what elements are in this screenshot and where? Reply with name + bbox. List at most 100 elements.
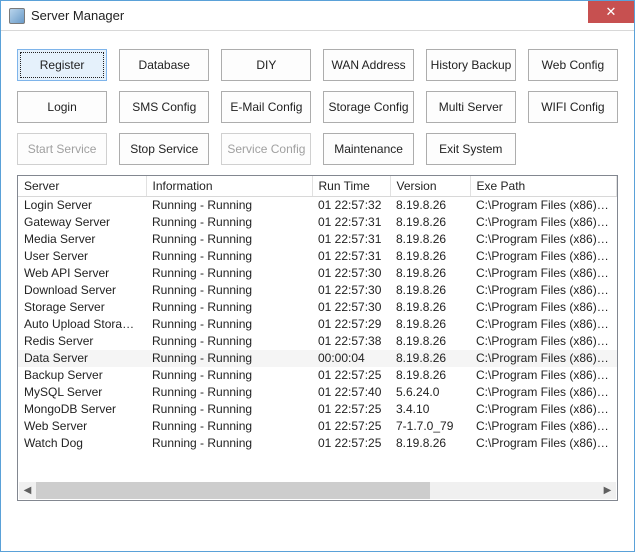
close-button[interactable]: ✕ xyxy=(588,1,634,23)
table-row[interactable]: Storage ServerRunning - Running01 22:57:… xyxy=(18,299,617,316)
scroll-left-arrow-icon[interactable]: ◀ xyxy=(19,482,36,499)
titlebar[interactable]: Server Manager ✕ xyxy=(1,1,634,31)
table-header-row[interactable]: Server Information Run Time Version Exe … xyxy=(18,176,617,197)
cell-exepath: C:\Program Files (x86)\IV xyxy=(470,316,617,333)
table-row[interactable]: MySQL ServerRunning - Running01 22:57:40… xyxy=(18,384,617,401)
cell-exepath: C:\Program Files (x86)\IV xyxy=(470,265,617,282)
cell-server: User Server xyxy=(18,248,146,265)
history-backup-button[interactable]: History Backup xyxy=(426,49,516,81)
cell-info: Running - Running xyxy=(146,418,312,435)
cell-exepath: C:\Program Files (x86)\IV xyxy=(470,197,617,214)
table-row[interactable]: Web ServerRunning - Running01 22:57:257-… xyxy=(18,418,617,435)
cell-exepath: C:\Program Files (x86)\IV xyxy=(470,299,617,316)
cell-server: Web Server xyxy=(18,418,146,435)
wifi-config-button[interactable]: WIFI Config xyxy=(528,91,618,123)
database-button[interactable]: Database xyxy=(119,49,209,81)
cell-info: Running - Running xyxy=(146,401,312,418)
table-row[interactable]: Media ServerRunning - Running01 22:57:31… xyxy=(18,231,617,248)
cell-exepath: C:\Program Files (x86)\IV xyxy=(470,333,617,350)
cell-info: Running - Running xyxy=(146,197,312,214)
cell-exepath: C:\Program Files (x86)\IV xyxy=(470,418,617,435)
table-row[interactable]: Download ServerRunning - Running01 22:57… xyxy=(18,282,617,299)
stop-service-button[interactable]: Stop Service xyxy=(119,133,209,165)
server-table-container: Server Information Run Time Version Exe … xyxy=(17,175,618,501)
cell-server: Auto Upload Storage S... xyxy=(18,316,146,333)
wan-address-button[interactable]: WAN Address xyxy=(323,49,413,81)
register-button[interactable]: Register xyxy=(17,49,107,81)
maintenance-button[interactable]: Maintenance xyxy=(323,133,413,165)
cell-exepath: C:\Program Files (x86)\IV xyxy=(470,350,617,367)
cell-runtime: 01 22:57:25 xyxy=(312,435,390,452)
cell-runtime: 01 22:57:32 xyxy=(312,197,390,214)
sms-config-button[interactable]: SMS Config xyxy=(119,91,209,123)
cell-runtime: 01 22:57:40 xyxy=(312,384,390,401)
table-row[interactable]: Gateway ServerRunning - Running01 22:57:… xyxy=(18,214,617,231)
multi-server-button[interactable]: Multi Server xyxy=(426,91,516,123)
cell-version: 8.19.8.26 xyxy=(390,299,470,316)
cell-info: Running - Running xyxy=(146,248,312,265)
server-table[interactable]: Server Information Run Time Version Exe … xyxy=(18,176,617,452)
cell-version: 8.19.8.26 xyxy=(390,282,470,299)
login-button[interactable]: Login xyxy=(17,91,107,123)
cell-exepath: C:\Program Files (x86)\IV xyxy=(470,282,617,299)
service-config-button: Service Config xyxy=(221,133,311,165)
app-icon xyxy=(9,8,25,24)
cell-version: 8.19.8.26 xyxy=(390,333,470,350)
exit-system-button[interactable]: Exit System xyxy=(426,133,516,165)
col-header-exepath[interactable]: Exe Path xyxy=(470,176,617,197)
content-area: Register Database DIY WAN Address History Ba… xyxy=(1,31,634,511)
table-row[interactable]: Login ServerRunning - Running01 22:57:32… xyxy=(18,197,617,214)
table-row[interactable]: User ServerRunning - Running01 22:57:318… xyxy=(18,248,617,265)
cell-server: Backup Server xyxy=(18,367,146,384)
button-row-1: Register Database DIY WAN Address History Ba… xyxy=(17,49,618,81)
cell-version: 8.19.8.26 xyxy=(390,265,470,282)
table-row[interactable]: Web API ServerRunning - Running01 22:57:… xyxy=(18,265,617,282)
scroll-right-arrow-icon[interactable]: ▶ xyxy=(599,482,616,499)
cell-server: Storage Server xyxy=(18,299,146,316)
cell-runtime: 01 22:57:38 xyxy=(312,333,390,350)
cell-server: Data Server xyxy=(18,350,146,367)
cell-exepath: C:\Program Files (x86)\IV xyxy=(470,367,617,384)
cell-version: 7-1.7.0_79 xyxy=(390,418,470,435)
cell-info: Running - Running xyxy=(146,231,312,248)
cell-exepath: C:\Program Files (x86)\IV xyxy=(470,384,617,401)
cell-runtime: 01 22:57:31 xyxy=(312,248,390,265)
cell-server: Download Server xyxy=(18,282,146,299)
e-mail-config-button[interactable]: E-Mail Config xyxy=(221,91,311,123)
table-row[interactable]: Backup ServerRunning - Running01 22:57:2… xyxy=(18,367,617,384)
start-service-button: Start Service xyxy=(17,133,107,165)
storage-config-button[interactable]: Storage Config xyxy=(323,91,413,123)
cell-info: Running - Running xyxy=(146,350,312,367)
cell-exepath: C:\Program Files (x86)\IV xyxy=(470,435,617,452)
cell-info: Running - Running xyxy=(146,265,312,282)
cell-runtime: 01 22:57:31 xyxy=(312,231,390,248)
col-header-server[interactable]: Server xyxy=(18,176,146,197)
cell-server: Web API Server xyxy=(18,265,146,282)
cell-info: Running - Running xyxy=(146,367,312,384)
cell-info: Running - Running xyxy=(146,316,312,333)
web-config-button[interactable]: Web Config xyxy=(528,49,618,81)
table-row[interactable]: Data ServerRunning - Running00:00:048.19… xyxy=(18,350,617,367)
table-row[interactable]: MongoDB ServerRunning - Running01 22:57:… xyxy=(18,401,617,418)
cell-runtime: 01 22:57:25 xyxy=(312,401,390,418)
col-header-version[interactable]: Version xyxy=(390,176,470,197)
diy-button[interactable]: DIY xyxy=(221,49,311,81)
cell-runtime: 01 22:57:30 xyxy=(312,265,390,282)
button-row-2: Login SMS Config E-Mail Config Storage Conf… xyxy=(17,91,618,123)
scroll-track[interactable] xyxy=(36,482,599,499)
table-row[interactable]: Watch DogRunning - Running01 22:57:258.1… xyxy=(18,435,617,452)
cell-version: 3.4.10 xyxy=(390,401,470,418)
table-row[interactable]: Redis ServerRunning - Running01 22:57:38… xyxy=(18,333,617,350)
cell-version: 8.19.8.26 xyxy=(390,197,470,214)
horizontal-scrollbar[interactable]: ◀ ▶ xyxy=(19,482,616,499)
scroll-thumb[interactable] xyxy=(36,482,430,499)
col-header-runtime[interactable]: Run Time xyxy=(312,176,390,197)
col-header-information[interactable]: Information xyxy=(146,176,312,197)
cell-runtime: 01 22:57:25 xyxy=(312,418,390,435)
cell-server: MongoDB Server xyxy=(18,401,146,418)
cell-runtime: 01 22:57:30 xyxy=(312,282,390,299)
cell-version: 8.19.8.26 xyxy=(390,214,470,231)
table-row[interactable]: Auto Upload Storage S...Running - Runnin… xyxy=(18,316,617,333)
close-icon: ✕ xyxy=(606,4,617,20)
cell-exepath: C:\Program Files (x86)\IV xyxy=(470,231,617,248)
